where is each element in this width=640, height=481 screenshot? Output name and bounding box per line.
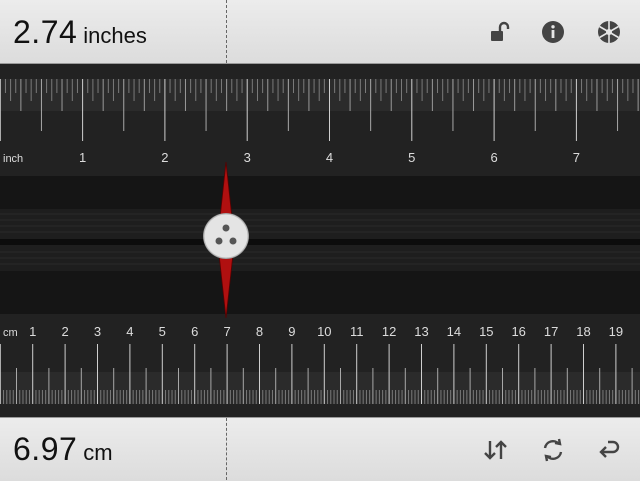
cm-ruler-strip xyxy=(0,372,640,404)
inch-tick-label: 6 xyxy=(490,150,497,165)
aperture-icon[interactable] xyxy=(596,19,622,45)
cm-tick-label: 15 xyxy=(479,324,493,339)
cm-tick-label: 3 xyxy=(94,324,101,339)
cm-tick-label: 5 xyxy=(159,324,166,339)
inch-value: 2.74 xyxy=(13,14,78,50)
cm-tick-label: 2 xyxy=(61,324,68,339)
cm-tick-label: 16 xyxy=(511,324,525,339)
cm-tick-label: 18 xyxy=(576,324,590,339)
cm-tick-label: 10 xyxy=(317,324,331,339)
inch-ruler-strip xyxy=(0,79,640,111)
unlock-icon[interactable] xyxy=(487,19,513,45)
marker-guide-bottom xyxy=(226,418,227,480)
inch-tick-label: 7 xyxy=(573,150,580,165)
inch-tick-label: 3 xyxy=(244,150,251,165)
top-bar: 2.74 inches xyxy=(0,0,640,64)
marker-needle[interactable] xyxy=(203,161,249,319)
cm-tick-label: 19 xyxy=(609,324,623,339)
swap-vertical-icon[interactable] xyxy=(483,437,509,463)
cm-unit-label: cm xyxy=(3,327,18,339)
cm-unit-label-bottom: cm xyxy=(83,440,113,465)
inch-tick-label: 5 xyxy=(408,150,415,165)
info-icon[interactable] xyxy=(540,19,566,45)
inch-tick-label: 4 xyxy=(326,150,333,165)
cm-tick-label: 17 xyxy=(544,324,558,339)
cm-tick-label: 11 xyxy=(350,324,364,339)
cm-tick-label: 1 xyxy=(29,324,36,339)
bottom-bar: 6.97 cm xyxy=(0,417,640,481)
inch-unit-label: inch xyxy=(3,153,23,165)
cm-tick-label: 6 xyxy=(191,324,198,339)
cm-tick-label: 14 xyxy=(447,324,461,339)
rotate-icon[interactable] xyxy=(540,437,566,463)
cm-tick-label: 4 xyxy=(126,324,133,339)
cm-readout: 6.97 cm xyxy=(13,431,113,468)
inch-tick-label: 2 xyxy=(161,150,168,165)
marker-guide-top xyxy=(226,0,227,63)
cm-tick-label: 7 xyxy=(223,324,230,339)
slider-track-center xyxy=(0,239,640,245)
cm-tick-label: 13 xyxy=(414,324,428,339)
return-icon[interactable] xyxy=(596,437,622,463)
cm-tick-label: 8 xyxy=(256,324,263,339)
cm-tick-label: 9 xyxy=(288,324,295,339)
inch-readout: 2.74 inches xyxy=(13,14,147,51)
inch-unit-label: inches xyxy=(83,23,147,48)
ruler-area[interactable]: inch 1234567 cm 1 2 3 4 5 6 7 8 9 10 11 12 13 14 15 16 1… xyxy=(0,64,640,417)
inch-tick-label: 1 xyxy=(79,150,86,165)
cm-tick-label: 12 xyxy=(382,324,396,339)
cm-value: 6.97 xyxy=(13,431,78,467)
